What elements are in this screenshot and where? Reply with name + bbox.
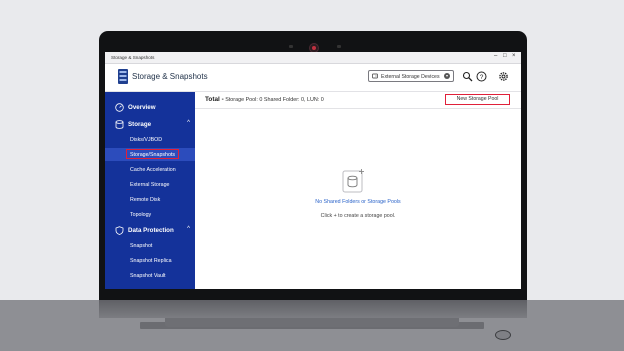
sidebar-item-snapshot[interactable]: Snapshot	[105, 239, 195, 252]
touchpad-edge	[165, 318, 459, 327]
gear-icon[interactable]	[498, 71, 509, 82]
summary-storage-pool: Storage Pool: 0	[225, 97, 263, 103]
sidebar-item-label: Storage/Snapshots	[130, 151, 176, 158]
sidebar-item-label: Snapshot	[130, 242, 153, 249]
storage-summary: Total - Storage Pool: 0 Shared Folder: 0…	[205, 96, 324, 103]
storage-icon	[115, 120, 124, 129]
sensor-dot	[289, 45, 293, 48]
external-storage-select[interactable]: External Storage Devices ▾	[368, 70, 454, 82]
external-drive-icon	[372, 73, 378, 79]
new-storage-pool-button[interactable]: New Storage Pool	[445, 94, 510, 105]
sidebar-item-disks-vjbod[interactable]: Disks/VJBOD	[105, 133, 195, 146]
summary-total-label: Total -	[205, 96, 224, 103]
app-header: Storage & Snapshots External Storage Dev…	[105, 64, 521, 92]
sidebar-item-external-storage[interactable]: External Storage	[105, 178, 195, 191]
sidebar-item-label: Topology	[130, 211, 152, 218]
chevron-up-icon[interactable]: ^	[187, 120, 190, 126]
svg-text:?: ?	[480, 74, 484, 81]
sidebar-item-label: Snapshot Vault	[130, 272, 166, 279]
content-toolbar: Total - Storage Pool: 0 Shared Folder: 0…	[195, 92, 521, 109]
chevron-down-icon: ▾	[444, 73, 450, 79]
main-content: Total - Storage Pool: 0 Shared Folder: 0…	[195, 92, 521, 289]
empty-state-hint: Click + to create a storage pool.	[320, 213, 396, 219]
empty-state-title[interactable]: No Shared Folders or Storage Pools	[195, 199, 521, 205]
sidebar-section-label: Data Protection	[128, 226, 174, 234]
sidebar-item-snapshot-replica[interactable]: Snapshot Replica	[105, 254, 195, 267]
chevron-up-icon[interactable]: ^	[187, 226, 190, 232]
empty-storage-icon	[342, 169, 364, 193]
sidebar-item-overview[interactable]: Overview	[105, 100, 195, 114]
sidebar-item-snapshot-vault[interactable]: Snapshot Vault	[105, 269, 195, 282]
sidebar-item-label: Overview	[128, 103, 156, 111]
sidebar-item-cache-acceleration[interactable]: Cache Acceleration	[105, 163, 195, 176]
close-button[interactable]: ×	[512, 53, 516, 59]
sidebar-item-label: External Storage	[130, 181, 170, 188]
sidebar-item-remote-disk[interactable]: Remote Disk	[105, 193, 195, 206]
sidebar: Overview Storage ^ Disks/VJBOD Storage/S…	[105, 92, 195, 289]
summary-shared-folder: Shared Folder: 0	[263, 97, 305, 103]
sidebar-section-data-protection[interactable]: Data Protection ^	[105, 223, 195, 237]
overview-icon	[115, 103, 124, 112]
sensor-dot	[337, 45, 341, 48]
sidebar-section-label: Storage	[128, 120, 152, 128]
search-icon[interactable]	[462, 71, 473, 82]
shield-icon	[115, 226, 124, 235]
sidebar-item-label: Disks/VJBOD	[130, 136, 163, 143]
help-icon[interactable]: ?	[476, 71, 487, 82]
sidebar-item-label: Cache Acceleration	[130, 166, 176, 173]
app-window: Storage & Snapshots – □ × Storage & Snap…	[105, 52, 521, 289]
sidebar-section-storage[interactable]: Storage ^	[105, 117, 195, 131]
window-title: Storage & Snapshots	[111, 55, 155, 60]
storage-app-icon	[118, 69, 128, 84]
sidebar-item-label: Snapshot Replica	[130, 257, 172, 264]
app-title: Storage & Snapshots	[132, 72, 208, 81]
sidebar-item-storage-snapshots[interactable]: Storage/Snapshots	[105, 148, 195, 161]
sidebar-item-topology[interactable]: Topology	[105, 208, 195, 221]
external-storage-select-value: External Storage Devices	[381, 73, 440, 80]
summary-lun: LUN: 0	[307, 97, 324, 103]
power-button	[495, 330, 511, 340]
maximize-button[interactable]: □	[503, 53, 507, 59]
window-titlebar: Storage & Snapshots – □ ×	[105, 52, 521, 64]
sidebar-item-label: Remote Disk	[130, 196, 161, 203]
minimize-button[interactable]: –	[494, 53, 497, 59]
